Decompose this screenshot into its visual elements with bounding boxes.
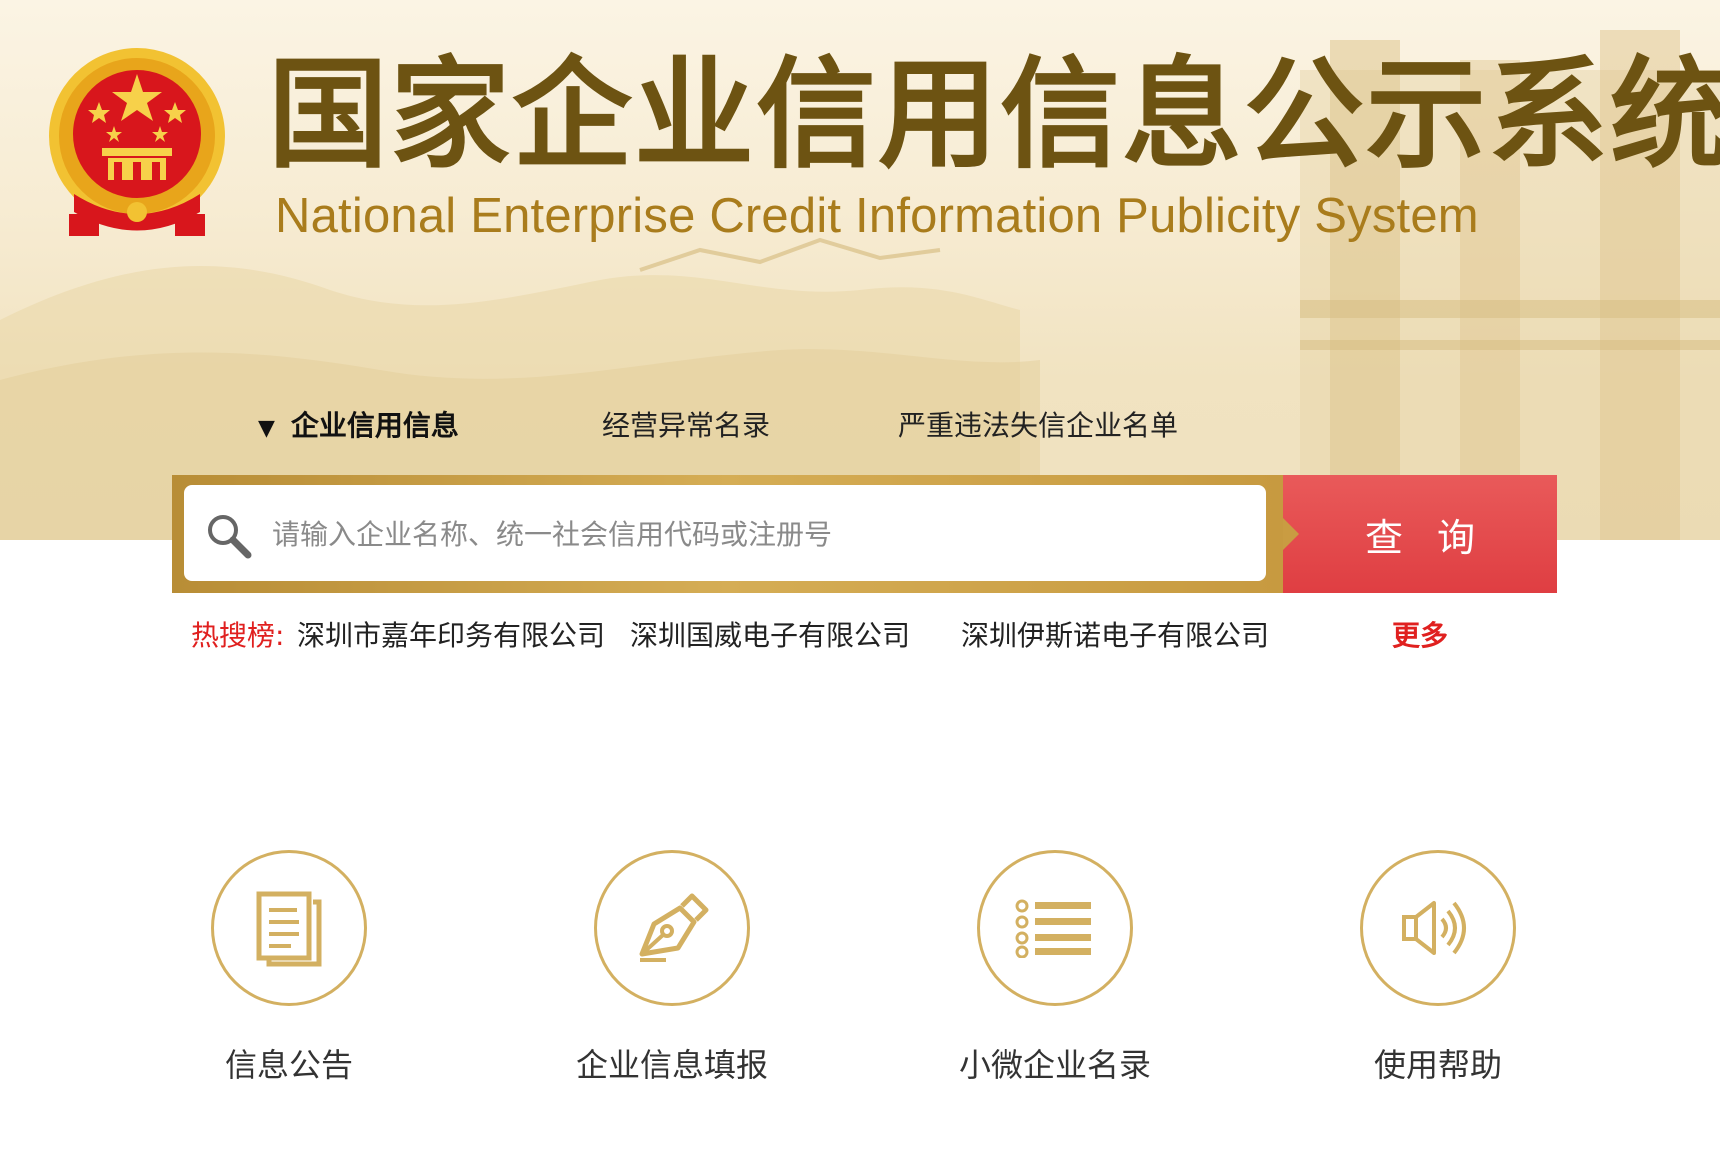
page-subtitle: National Enterprise Credit Information P… <box>275 189 1479 243</box>
feature-info-announcement[interactable]: 信息公告 <box>139 850 439 1086</box>
feature-label: 使用帮助 <box>1373 1046 1502 1084</box>
search-category-tabs: ▼ 企业信用信息 经营异常名录 严重违法失信企业名单 <box>0 404 1720 450</box>
feature-label: 企业信息填报 <box>575 1046 768 1084</box>
feature-label: 小微企业名录 <box>958 1046 1151 1084</box>
feature-icon-circle <box>977 850 1133 1006</box>
national-emblem-icon <box>49 48 225 236</box>
pen-nib-icon <box>639 893 709 962</box>
search-button[interactable]: 查询 <box>1283 475 1557 593</box>
hot-search-label: 热搜榜: <box>191 619 285 652</box>
search-icon <box>208 515 252 559</box>
header-banner: 国家企业信用信息公示系统 National Enterprise Credit … <box>0 0 1720 540</box>
list-icon <box>1015 899 1091 958</box>
hot-search-item[interactable]: 深圳国威电子有限公司 <box>630 614 910 654</box>
hot-search-item[interactable]: 深圳市嘉年印务有限公司 <box>297 614 605 654</box>
feature-small-micro-enterprise-list[interactable]: 小微企业名录 <box>905 850 1205 1086</box>
tab-enterprise-credit-info[interactable]: ▼ 企业信用信息 <box>258 404 459 444</box>
tab-serious-violation-list[interactable]: 严重违法失信企业名单 <box>898 404 1178 444</box>
triangle-down-icon: ▼ <box>258 416 275 441</box>
speaker-icon <box>1402 901 1466 955</box>
feature-icon-circle <box>211 850 367 1006</box>
more-link[interactable]: 更多 <box>1392 614 1448 654</box>
feature-enterprise-info-filing[interactable]: 企业信息填报 <box>522 850 822 1086</box>
tab-label: 企业信用信息 <box>290 409 459 442</box>
search-box <box>184 485 1266 581</box>
tab-label: 经营异常名录 <box>602 409 771 442</box>
feature-user-help[interactable]: 使用帮助 <box>1288 850 1588 1086</box>
feature-label: 信息公告 <box>224 1046 353 1084</box>
search-bar <box>172 475 1283 593</box>
page-title: 国家企业信用信息公示系统 <box>268 46 1720 185</box>
feature-icon-circle <box>594 850 750 1006</box>
tab-label: 严重违法失信企业名单 <box>898 409 1179 442</box>
document-icon <box>256 891 322 967</box>
tab-abnormal-operation-list[interactable]: 经营异常名录 <box>602 404 770 444</box>
search-button-notch <box>1283 518 1299 550</box>
hot-search-item[interactable]: 深圳伊斯诺电子有限公司 <box>961 614 1269 654</box>
search-input[interactable] <box>270 507 1234 561</box>
feature-icon-circle <box>1360 850 1516 1006</box>
